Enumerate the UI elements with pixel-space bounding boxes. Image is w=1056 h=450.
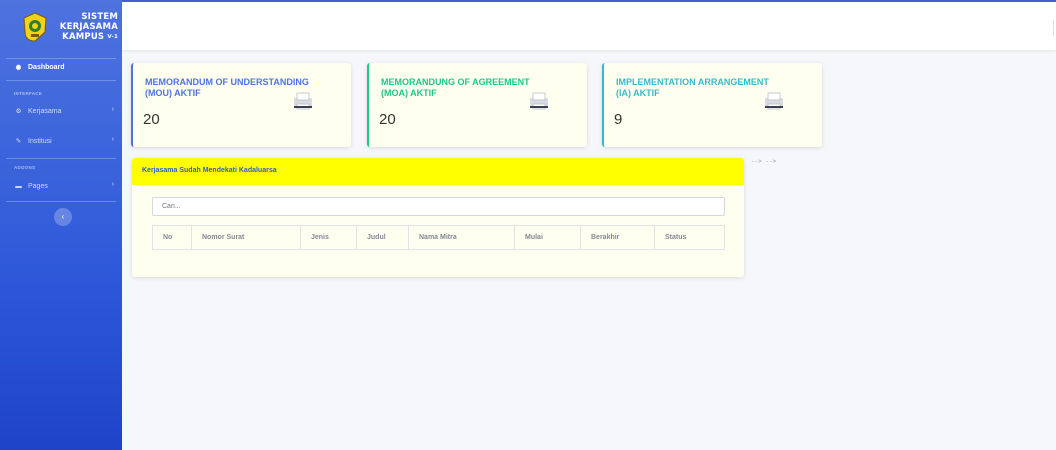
column-header-nomor-surat: Nomor Surat xyxy=(191,225,301,250)
sidebar-item-institusi[interactable]: ✎ Institusi › xyxy=(0,130,122,152)
brand-line-2: KERJASAMA xyxy=(59,22,118,32)
sidebar-item-label: Kerjasama xyxy=(28,107,62,115)
wrench-icon: ✎ xyxy=(15,138,22,145)
brand-line-1: SISTEM xyxy=(81,12,118,22)
brand[interactable]: SISTEM KERJASAMA KAMPUS V-1 xyxy=(0,2,122,58)
folder-icon: ▬ xyxy=(15,182,22,190)
printer-icon xyxy=(765,92,783,110)
sidebar-item-label: Dashboard xyxy=(28,63,65,71)
printer-icon xyxy=(530,92,548,110)
topbar xyxy=(122,2,1056,50)
column-header-berakhir: Berakhir xyxy=(580,225,655,250)
sidebar-divider xyxy=(6,158,116,159)
university-logo-icon xyxy=(23,12,47,42)
card-label: MEMORANDUNG OF AGREEMENT (MOA) AKTIF xyxy=(381,77,530,98)
expiring-table: No Nomor Surat Jenis Judul Nama Mitra Mu… xyxy=(152,225,725,250)
search-input[interactable] xyxy=(152,197,725,216)
sidebar-item-label: Institusi xyxy=(28,137,52,145)
sidebar: SISTEM KERJASAMA KAMPUS V-1 ◉ Dashboard … xyxy=(0,0,122,450)
card-label: MEMORANDUM OF UNDERSTANDING (MOU) AKTIF xyxy=(145,77,309,98)
brand-version: V-1 xyxy=(107,34,118,40)
chevron-right-icon: › xyxy=(111,136,114,143)
expiring-panel: Kerjasama Sudah Mendekati Kadaluarsa No … xyxy=(132,158,744,277)
card-value: 20 xyxy=(143,111,160,128)
card-value: 20 xyxy=(379,111,396,128)
panel-title: Kerjasama Sudah Mendekati Kadaluarsa xyxy=(142,167,277,174)
panel-header: Kerjasama Sudah Mendekati Kadaluarsa xyxy=(132,158,744,185)
sidebar-item-kerjasama[interactable]: ⚙ Kerjasama › xyxy=(0,100,122,122)
chevron-right-icon: › xyxy=(111,181,114,188)
printer-icon xyxy=(294,92,312,110)
sidebar-divider xyxy=(6,201,116,202)
card-ia[interactable]: IMPLEMENTATION ARRANGEMENT (IA) AKTIF 9 xyxy=(602,63,822,147)
card-moa[interactable]: MEMORANDUNG OF AGREEMENT (MOA) AKTIF 20 xyxy=(367,63,587,147)
sidebar-heading-addons: ADDONS xyxy=(14,165,36,170)
brand-line-3: KAMPUS xyxy=(62,32,105,42)
chevron-left-icon: ‹ xyxy=(61,212,65,221)
stray-text: --> --> xyxy=(751,158,777,165)
sidebar-toggle-button[interactable]: ‹ xyxy=(54,208,72,226)
card-mou[interactable]: MEMORANDUM OF UNDERSTANDING (MOU) AKTIF … xyxy=(131,63,351,147)
column-header-judul: Judul xyxy=(356,225,409,250)
column-header-jenis: Jenis xyxy=(300,225,357,250)
column-header-mulai: Mulai xyxy=(514,225,581,250)
chevron-right-icon: › xyxy=(111,106,114,113)
column-header-nama-mitra: Nama Mitra xyxy=(408,225,515,250)
topbar-divider xyxy=(1053,20,1054,36)
sidebar-heading-interface: INTERFACE xyxy=(14,91,43,96)
sidebar-item-dashboard[interactable]: ◉ Dashboard xyxy=(0,56,122,78)
card-value: 9 xyxy=(614,111,623,128)
dashboard-icon: ◉ xyxy=(15,64,22,71)
brand-text: SISTEM KERJASAMA KAMPUS V-1 xyxy=(54,12,118,42)
sidebar-item-label: Pages xyxy=(28,182,48,190)
column-header-status: Status xyxy=(654,225,725,250)
gear-icon: ⚙ xyxy=(15,108,22,115)
sidebar-divider xyxy=(6,80,116,81)
sidebar-item-pages[interactable]: ▬ Pages › xyxy=(0,175,122,197)
column-header-no: No xyxy=(152,225,192,250)
table-header-row: No Nomor Surat Jenis Judul Nama Mitra Mu… xyxy=(152,225,725,250)
card-label: IMPLEMENTATION ARRANGEMENT (IA) AKTIF xyxy=(616,77,769,98)
